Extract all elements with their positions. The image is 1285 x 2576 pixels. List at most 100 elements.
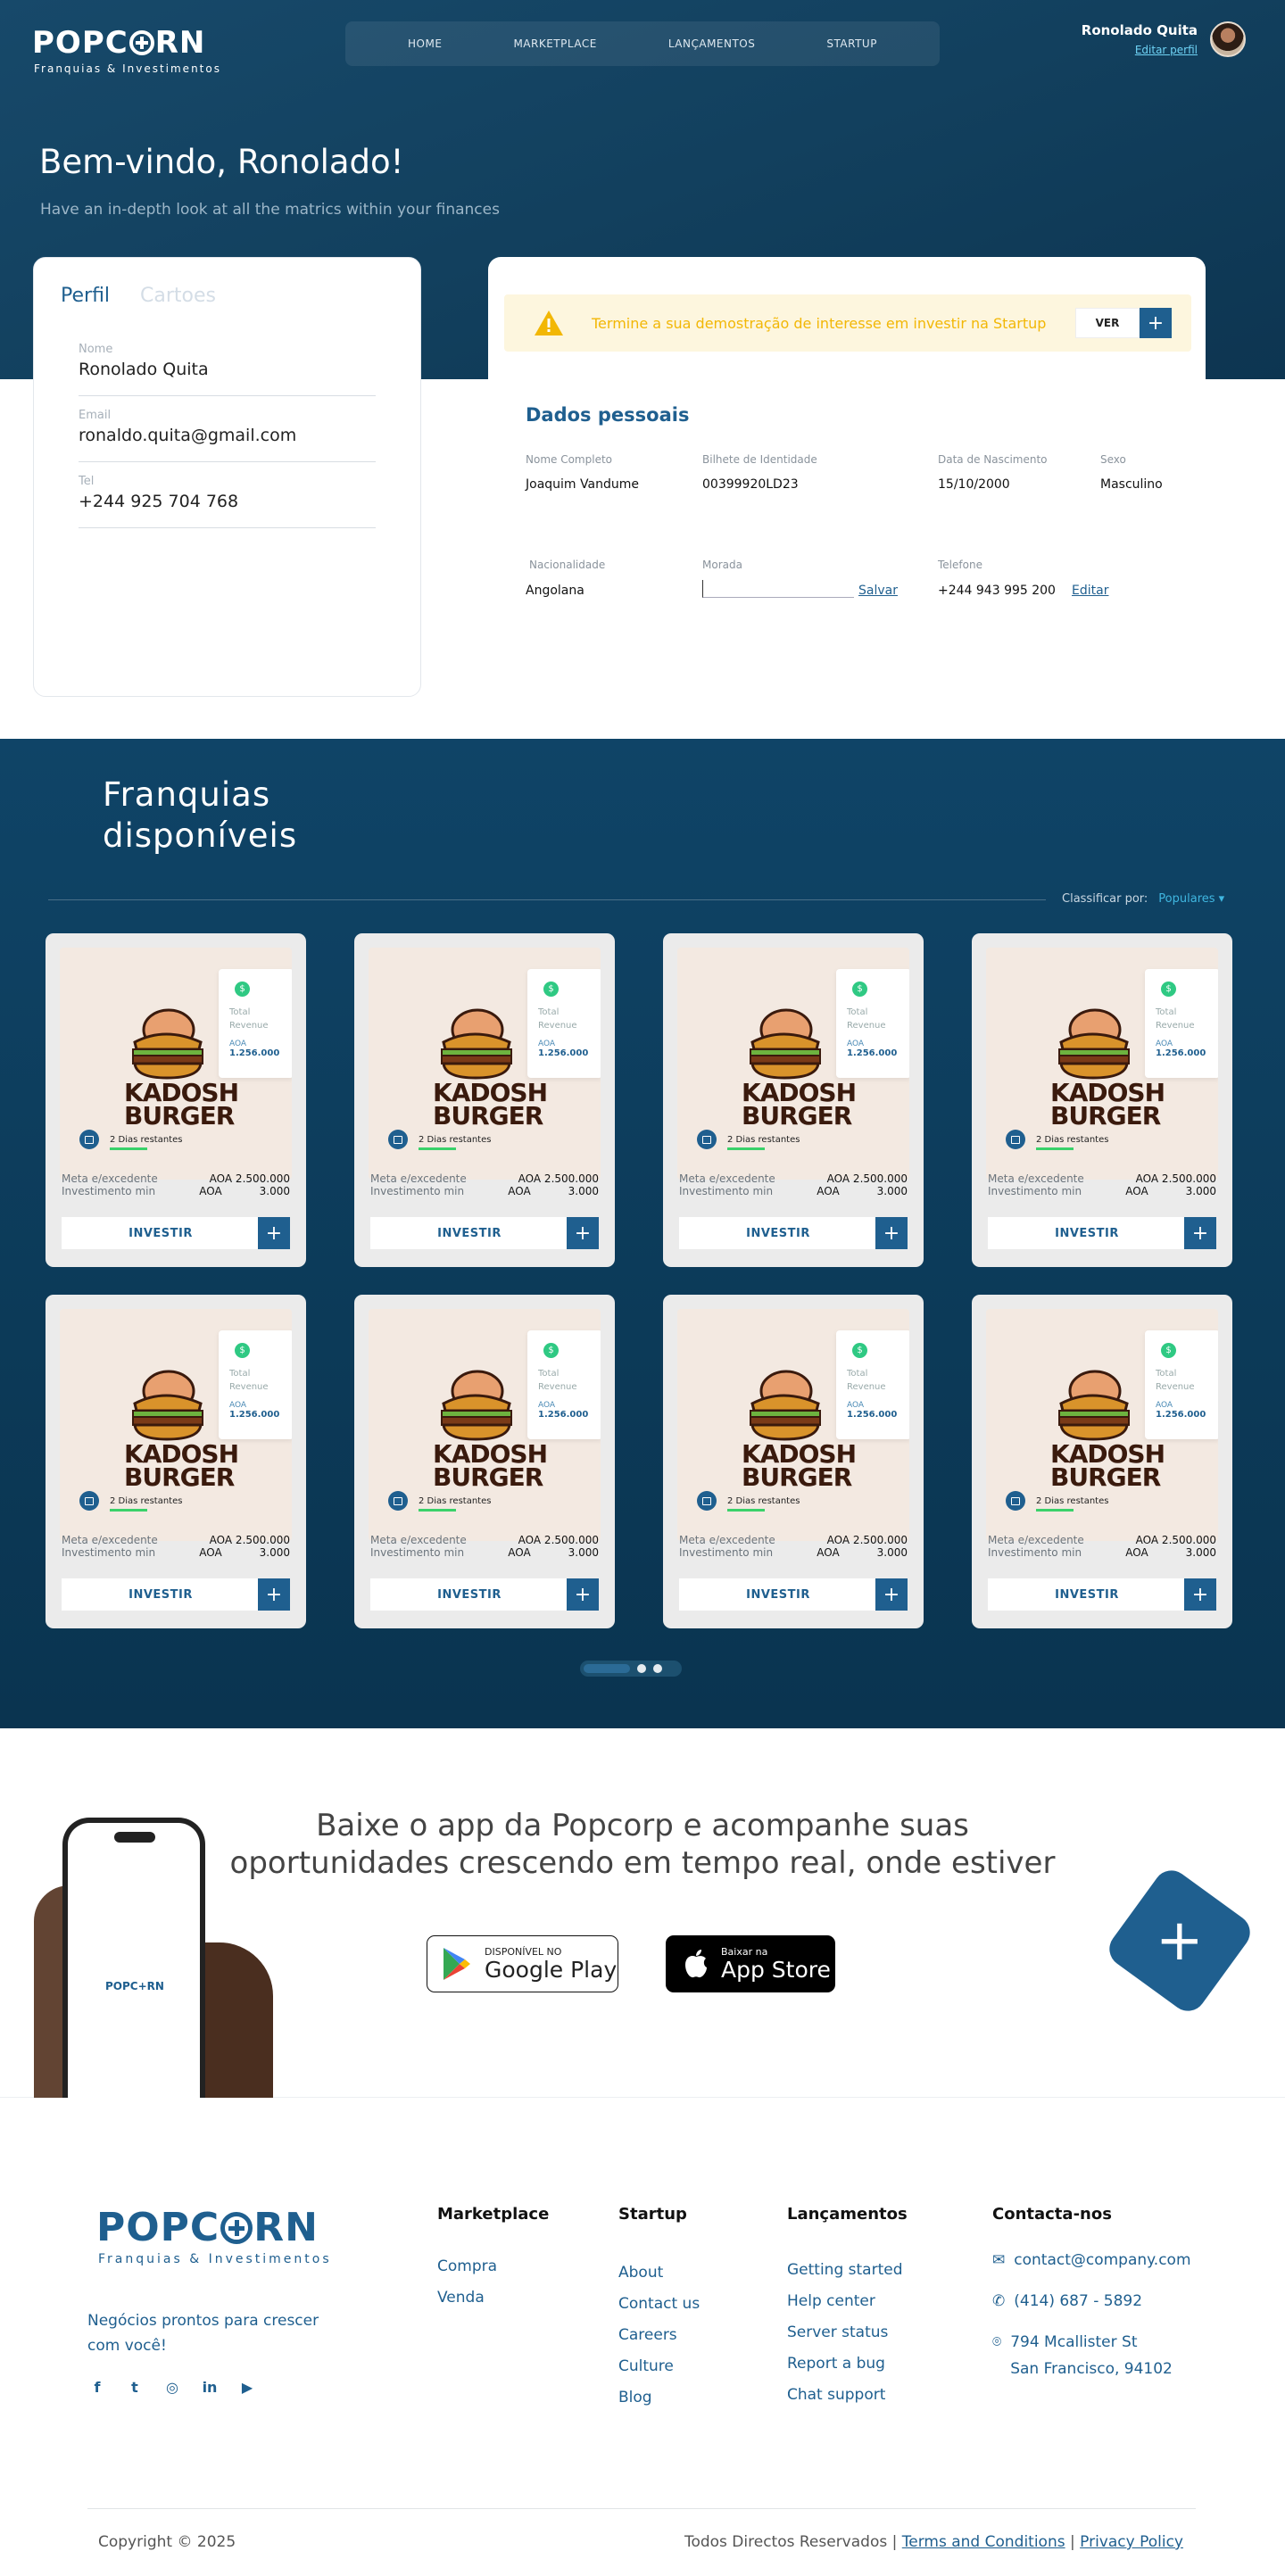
carousel-dot-active[interactable] xyxy=(584,1664,630,1673)
invest-plus-button[interactable]: + xyxy=(875,1578,908,1611)
logo[interactable]: POPC RN Franquias & Investimentos xyxy=(32,25,221,75)
invest-button[interactable]: INVESTIR xyxy=(679,1217,877,1249)
dollar-icon: $ xyxy=(235,982,250,997)
invest-button[interactable]: INVESTIR xyxy=(679,1578,877,1611)
phone-link[interactable]: ✆ (414) 687 - 5892 xyxy=(992,2288,1191,2315)
footer-link[interactable]: Help center xyxy=(787,2292,908,2310)
footer-logo[interactable]: POPC RN Franquias & Investimentos xyxy=(96,2205,332,2266)
instagram-icon[interactable]: ◎ xyxy=(162,2378,182,2396)
linkedin-icon[interactable]: in xyxy=(200,2378,220,2396)
franchises-title: Franquias disponíveis xyxy=(103,774,297,857)
revenue-label-line2: Revenue xyxy=(229,1382,269,1392)
terms-link[interactable]: Terms and Conditions xyxy=(902,2533,1065,2551)
goal-label: Meta e/excedente xyxy=(679,1172,775,1185)
email-link[interactable]: ✉ contact@company.com xyxy=(992,2247,1191,2274)
invest-plus-button[interactable]: + xyxy=(1184,1578,1216,1611)
save-link[interactable]: Salvar xyxy=(858,584,898,598)
apple-icon xyxy=(685,1950,707,1978)
carousel-dot[interactable] xyxy=(637,1664,646,1673)
footer-link[interactable]: Blog xyxy=(618,2389,700,2406)
carousel-dot[interactable] xyxy=(653,1664,662,1673)
google-play-button[interactable]: DISPONÍVEL NO Google Play xyxy=(427,1935,618,1992)
sort-dropdown[interactable]: Populares ▾ xyxy=(1158,892,1224,906)
footer-link[interactable]: Culture xyxy=(618,2357,700,2375)
mail-icon: ✉ xyxy=(992,2251,1006,2269)
invest-button[interactable]: INVESTIR xyxy=(988,1217,1186,1249)
invest-plus-button[interactable]: + xyxy=(258,1217,290,1249)
franchise-card[interactable]: KADOSH BURGER $ Total Revenue AOA 1.256.00… xyxy=(972,933,1232,1267)
footer-link[interactable]: Chat support xyxy=(787,2386,908,2404)
dollar-icon: $ xyxy=(543,982,559,997)
tab-cartoes[interactable]: Cartoes xyxy=(140,285,216,307)
franchise-card[interactable]: KADOSH BURGER $ Total Revenue AOA 1.256.00… xyxy=(46,1295,306,1628)
brand-line2: BURGER xyxy=(742,1101,852,1131)
sort-control[interactable]: Classificar por: Populares ▾ xyxy=(1062,892,1224,906)
footer-logo-text-end: RN xyxy=(253,2205,319,2250)
youtube-icon[interactable]: ▶ xyxy=(237,2378,257,2396)
footer-link[interactable]: Report a bug xyxy=(787,2355,908,2373)
footer-link[interactable]: Careers xyxy=(618,2326,700,2344)
nav-startup[interactable]: STARTUP xyxy=(826,37,877,50)
invest-plus-button[interactable]: + xyxy=(258,1578,290,1611)
footer-col-title: Marketplace xyxy=(437,2205,550,2224)
invest-button[interactable]: INVESTIR xyxy=(62,1578,260,1611)
footer-col-title: Startup xyxy=(618,2205,687,2224)
invest-button[interactable]: INVESTIR xyxy=(370,1578,568,1611)
franchise-card[interactable]: KADOSH BURGER $ Total Revenue AOA 1.256.00… xyxy=(972,1295,1232,1628)
logo-plus-icon xyxy=(128,30,154,55)
days-remaining: 2 Dias restantes xyxy=(697,1130,800,1149)
nav-lancamentos[interactable]: LANÇAMENTOS xyxy=(668,37,756,50)
phone-label: Telefone xyxy=(938,559,982,571)
view-button[interactable]: VER xyxy=(1075,308,1140,338)
revenue-value: 1.256.000 xyxy=(847,1410,898,1420)
invest-plus-button[interactable]: + xyxy=(567,1578,599,1611)
invest-plus-button[interactable]: + xyxy=(567,1217,599,1249)
tab-perfil[interactable]: Perfil xyxy=(61,285,110,307)
address-input[interactable] xyxy=(702,580,854,598)
invest-button[interactable]: INVESTIR xyxy=(62,1217,260,1249)
google-play-small: DISPONÍVEL NO xyxy=(485,1945,562,1958)
footer-link[interactable]: About xyxy=(618,2264,700,2282)
invest-button[interactable]: INVESTIR xyxy=(370,1217,568,1249)
franchise-card[interactable]: KADOSH BURGER $ Total Revenue AOA 1.256.00… xyxy=(354,1295,615,1628)
avatar[interactable] xyxy=(1210,21,1246,57)
footer-link[interactable]: Getting started xyxy=(787,2261,908,2279)
twitter-icon[interactable]: t xyxy=(125,2378,145,2396)
revenue-label-line2: Revenue xyxy=(1156,1382,1195,1392)
facebook-icon[interactable]: f xyxy=(87,2378,107,2396)
revenue-currency: AOA xyxy=(1156,1401,1173,1410)
revenue-value: 1.256.000 xyxy=(229,1048,280,1058)
invest-plus-button[interactable]: + xyxy=(875,1217,908,1249)
footer-link[interactable]: Compra xyxy=(437,2257,549,2275)
alert-plus-button[interactable]: + xyxy=(1140,308,1172,338)
footer-col-marketplace: Marketplace Compra Venda xyxy=(437,2205,549,2320)
nav-marketplace[interactable]: MARKETPLACE xyxy=(513,37,596,50)
invest-button[interactable]: INVESTIR xyxy=(988,1578,1186,1611)
days-text: 2 Dias restantes xyxy=(1036,1495,1109,1506)
edit-profile-link[interactable]: Editar perfil xyxy=(1082,44,1198,56)
franchise-card[interactable]: KADOSH BURGER $ Total Revenue AOA 1.256.00… xyxy=(663,1295,924,1628)
edit-link[interactable]: Editar xyxy=(1072,584,1108,598)
franchises-title-line1: Franquias xyxy=(103,775,271,814)
sort-label: Classificar por: xyxy=(1062,892,1148,906)
franchise-card[interactable]: KADOSH BURGER $ Total Revenue AOA 1.256.00… xyxy=(663,933,924,1267)
footer-link[interactable]: Server status xyxy=(787,2323,908,2341)
nav-home[interactable]: HOME xyxy=(408,37,442,50)
address-link[interactable]: ⌾ 794 Mcallister St San Francisco, 94102 xyxy=(992,2329,1191,2382)
alert-text: Termine a sua demostração de interesse e… xyxy=(592,314,1047,332)
calendar-icon xyxy=(388,1491,408,1511)
min-invest-amount: 3.000 xyxy=(568,1546,599,1559)
invest-plus-button[interactable]: + xyxy=(1184,1217,1216,1249)
min-invest-amount: 3.000 xyxy=(1185,1546,1216,1559)
franchise-card[interactable]: KADOSH BURGER $ Total Revenue AOA 1.256.00… xyxy=(46,933,306,1267)
revenue-label: Total Revenue xyxy=(538,1367,592,1394)
logo-text-end: RN xyxy=(154,25,206,61)
footer-link[interactable]: Venda xyxy=(437,2289,549,2307)
franchise-card[interactable]: KADOSH BURGER $ Total Revenue AOA 1.256.00… xyxy=(354,933,615,1267)
app-store-button[interactable]: Baixar na App Store xyxy=(666,1935,835,1992)
footer-link[interactable]: Contact us xyxy=(618,2295,700,2313)
copyright: Copyright © 2025 xyxy=(98,2533,236,2551)
privacy-link[interactable]: Privacy Policy xyxy=(1080,2533,1183,2551)
revenue-box: $ Total Revenue AOA 1.256.000 xyxy=(219,1330,292,1439)
goal-label: Meta e/excedente xyxy=(679,1534,775,1546)
